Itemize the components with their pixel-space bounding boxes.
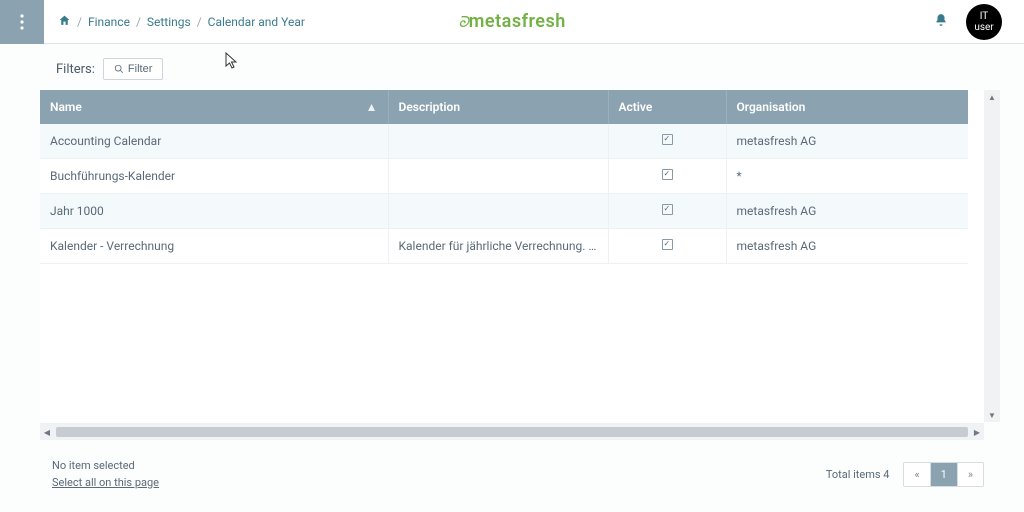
logo[interactable]: ᘐ metasfresh xyxy=(458,11,566,32)
page-current[interactable]: 1 xyxy=(931,463,958,486)
paginator: « 1 » xyxy=(903,462,984,487)
column-header-row: Name ▲ Description Active Organisation xyxy=(40,90,968,124)
horizontal-scrollbar[interactable]: ◀ ▶ xyxy=(40,424,984,440)
home-icon[interactable] xyxy=(58,14,71,30)
checkbox-checked-icon xyxy=(662,239,673,250)
breadcrumb-current[interactable]: Calendar and Year xyxy=(208,15,305,29)
scroll-left-arrow[interactable]: ◀ xyxy=(40,428,54,437)
cell-name: Buchführungs-Kalender xyxy=(40,159,388,194)
table-row[interactable]: Accounting Calendar metasfresh AG xyxy=(40,124,968,159)
page-next-button[interactable]: » xyxy=(958,463,983,486)
column-header-description[interactable]: Description xyxy=(388,90,608,124)
app-header: / Finance / Settings / Calendar and Year… xyxy=(0,0,1024,44)
table-row[interactable]: Kalender - VerrechnungKalender für jährl… xyxy=(40,229,968,264)
checkbox-checked-icon xyxy=(662,169,673,180)
main-menu-button[interactable] xyxy=(0,0,44,44)
kebab-icon xyxy=(20,14,24,30)
cell-organisation: * xyxy=(726,159,968,194)
checkbox-checked-icon xyxy=(662,134,673,145)
breadcrumb-settings[interactable]: Settings xyxy=(147,15,191,29)
cell-description xyxy=(388,194,608,229)
scroll-thumb[interactable] xyxy=(56,427,968,437)
logo-swoosh-icon: ᘐ xyxy=(458,13,469,31)
scroll-up-arrow[interactable]: ▲ xyxy=(984,90,1000,104)
breadcrumb-sep: / xyxy=(136,15,141,29)
header-actions: IT user xyxy=(934,4,1024,40)
table-empty-space xyxy=(40,264,984,424)
table-row[interactable]: Jahr 1000 metasfresh AG xyxy=(40,194,968,229)
notifications-button[interactable] xyxy=(934,13,948,31)
mouse-cursor-icon xyxy=(225,52,239,70)
filter-button[interactable]: Filter xyxy=(103,58,163,80)
total-items-label: Total items 4 xyxy=(826,468,890,481)
sort-asc-icon: ▲ xyxy=(366,100,378,114)
cell-active xyxy=(608,124,726,159)
filter-button-label: Filter xyxy=(128,63,152,75)
cell-organisation: metasfresh AG xyxy=(726,124,968,159)
bell-icon xyxy=(934,13,948,27)
scroll-track[interactable] xyxy=(984,104,1000,408)
search-icon xyxy=(114,64,124,74)
cell-name: Kalender - Verrechnung xyxy=(40,229,388,264)
cell-active xyxy=(608,194,726,229)
grid-footer: No item selected Select all on this page… xyxy=(52,458,984,491)
cell-name: Accounting Calendar xyxy=(40,124,388,159)
cell-description xyxy=(388,124,608,159)
avatar-label: IT user xyxy=(974,11,993,33)
cell-description xyxy=(388,159,608,194)
column-header-name[interactable]: Name ▲ xyxy=(40,90,388,124)
cell-active xyxy=(608,159,726,194)
cell-organisation: metasfresh AG xyxy=(726,229,968,264)
column-header-organisation[interactable]: Organisation xyxy=(726,90,968,124)
logo-text: metasfresh xyxy=(469,11,566,32)
cell-active xyxy=(608,229,726,264)
table-row[interactable]: Buchführungs-Kalender * xyxy=(40,159,968,194)
vertical-scrollbar[interactable]: ▲ ▼ xyxy=(984,90,1000,422)
select-all-link[interactable]: Select all on this page xyxy=(52,475,159,492)
filters-bar: Filters: Filter xyxy=(0,44,1024,90)
scroll-right-arrow[interactable]: ▶ xyxy=(970,428,984,437)
filters-label: Filters: xyxy=(56,62,95,77)
checkbox-checked-icon xyxy=(662,204,673,215)
breadcrumb: / Finance / Settings / Calendar and Year xyxy=(58,14,305,30)
breadcrumb-finance[interactable]: Finance xyxy=(88,15,130,29)
cell-description: Kalender für jährliche Verrechnung. enth… xyxy=(388,229,608,264)
user-avatar[interactable]: IT user xyxy=(966,4,1002,40)
cell-name: Jahr 1000 xyxy=(40,194,388,229)
breadcrumb-sep: / xyxy=(77,15,82,29)
scroll-down-arrow[interactable]: ▼ xyxy=(984,408,1000,422)
column-header-active[interactable]: Active xyxy=(608,90,726,124)
cell-organisation: metasfresh AG xyxy=(726,194,968,229)
page-prev-button[interactable]: « xyxy=(904,463,930,486)
selection-status: No item selected xyxy=(52,458,159,475)
data-grid: Name ▲ Description Active Organisation A… xyxy=(40,90,984,440)
breadcrumb-sep: / xyxy=(197,15,202,29)
